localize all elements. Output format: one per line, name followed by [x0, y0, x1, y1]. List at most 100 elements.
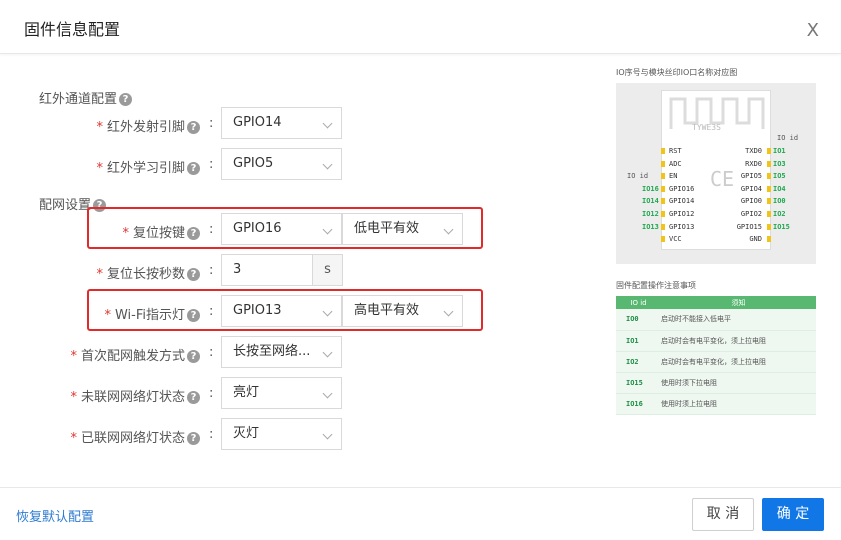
required-mark: * [96, 161, 103, 176]
colon: : [209, 304, 214, 319]
colon: : [209, 116, 214, 131]
pin-name: GPIO15 [736, 222, 762, 231]
notes-text: 使用时须上拉电阻 [661, 393, 816, 415]
reset-seconds-value: 3 [233, 262, 242, 277]
pin-name: GPIO13 [669, 222, 695, 231]
first-trigger-label: * 首次配网触发方式? [70, 345, 200, 364]
pin-pad [767, 223, 771, 230]
pinout-caption: IO序号与模块丝印IO口名称对应图 [616, 68, 738, 77]
pin-name: EN [669, 172, 678, 181]
ir-tx-label: * 红外发射引脚? [96, 116, 200, 135]
colon: : [209, 157, 214, 172]
pin-name: GPIO2 [740, 210, 762, 218]
ir-learn-value: GPIO5 [233, 156, 274, 171]
colon: : [209, 263, 214, 278]
wifi-led-level-value: 高电平有效 [354, 303, 420, 318]
pin-name: GPIO5 [740, 172, 762, 181]
reset-key-select[interactable]: GPIO16 [221, 213, 342, 245]
chevron-down-icon [322, 347, 333, 358]
reset-key-level-select[interactable]: 低电平有效 [342, 213, 463, 245]
help-icon[interactable]: ? [187, 309, 200, 322]
wifi-led-select[interactable]: GPIO13 [221, 295, 342, 327]
close-icon[interactable]: X [807, 22, 819, 40]
notes-text: 启动时不能接入低电平 [661, 309, 816, 331]
required-mark: * [70, 390, 77, 405]
notes-io: IO0 [616, 309, 661, 331]
pin-io-id: IO1 [773, 147, 786, 155]
reset-seconds-input[interactable]: 3 [221, 254, 313, 286]
pin-io-id: IO15 [773, 222, 790, 231]
pin-pad [767, 160, 771, 167]
pin-io-id: IO0 [773, 197, 786, 206]
pin-pad [661, 185, 665, 192]
pin-io-id: IO12 [642, 210, 659, 218]
chevron-down-icon [443, 306, 454, 317]
led-online-label-text: 已联网网络灯状态 [80, 431, 185, 446]
required-mark: * [122, 226, 129, 241]
pin-pad [661, 160, 665, 167]
notes-table-header: IO id 须知 [616, 296, 816, 309]
chevron-down-icon [322, 159, 333, 170]
pin-name: VCC [669, 235, 682, 244]
pin-io-id: IO14 [642, 197, 659, 206]
reset-key-level-value: 低电平有效 [354, 221, 420, 236]
help-icon[interactable]: ? [187, 162, 200, 175]
pin-name: ADC [669, 159, 682, 168]
led-online-value: 灭灯 [233, 426, 260, 441]
required-mark: * [96, 120, 103, 135]
chevron-down-icon [322, 118, 333, 129]
pin-pad [661, 236, 665, 243]
pin-pad [767, 148, 771, 154]
ir-tx-value: GPIO14 [233, 115, 282, 130]
required-mark: * [104, 308, 111, 323]
section-ir-title: 红外通道配置 [39, 92, 118, 107]
ok-button[interactable]: 确 定 [762, 498, 824, 531]
help-icon[interactable]: ? [187, 227, 200, 240]
help-icon[interactable]: ? [187, 391, 200, 404]
notes-text: 使用时须下拉电阻 [661, 372, 816, 394]
help-icon[interactable]: ? [187, 268, 200, 281]
reset-seconds-label: * 复位长按秒数? [96, 263, 200, 282]
notes-text: 启动时会有电平变化，须上拉电阻 [661, 330, 816, 352]
restore-defaults-link[interactable]: 恢复默认配置 [16, 506, 94, 525]
section-ir: 红外通道配置? [39, 88, 133, 107]
io-id-left-label: IO id [627, 172, 649, 180]
cancel-button[interactable]: 取 消 [692, 498, 754, 531]
table-row: IO16 使用时须上拉电阻 [616, 393, 816, 415]
pinout-diagram: TYWE3S CE IO id IO id RST ADC EN IO16 GPIO16… [616, 83, 816, 264]
pin-io-id: IO3 [773, 159, 786, 168]
reset-seconds-unit: s [312, 254, 343, 286]
pin-pad [767, 173, 771, 180]
notes-io: IO1 [616, 330, 661, 352]
chevron-down-icon [322, 388, 333, 399]
chevron-down-icon [322, 224, 333, 235]
section-network-title: 配网设置 [39, 198, 92, 213]
chip-label: TYWE3S [692, 123, 721, 132]
colon: : [209, 427, 214, 442]
ir-learn-label-text: 红外学习引脚 [106, 161, 185, 176]
pin-name: GPIO0 [740, 197, 762, 206]
led-online-select[interactable]: 灭灯 [221, 418, 342, 450]
pin-name: GPIO14 [669, 197, 695, 206]
wifi-led-label-text: Wi-Fi指示灯 [114, 308, 185, 323]
ir-tx-select[interactable]: GPIO14 [221, 107, 342, 139]
help-icon[interactable]: ? [187, 350, 200, 363]
help-icon[interactable]: ? [187, 432, 200, 445]
pin-pad [767, 211, 771, 217]
pin-io-id: IO16 [642, 184, 659, 193]
first-trigger-select[interactable]: 长按至网络... [221, 336, 342, 368]
chevron-down-icon [443, 224, 454, 235]
led-offline-select[interactable]: 亮灯 [221, 377, 342, 409]
help-icon[interactable]: ? [187, 121, 200, 134]
wifi-led-value: GPIO13 [233, 303, 282, 318]
table-row: IO0 启动时不能接入低电平 [616, 309, 816, 331]
pin-pad [661, 211, 665, 217]
chevron-down-icon [322, 429, 333, 440]
reset-key-label-text: 复位按键 [132, 226, 185, 241]
wifi-led-level-select[interactable]: 高电平有效 [342, 295, 463, 327]
notes-io: IO16 [616, 393, 661, 415]
ir-learn-select[interactable]: GPIO5 [221, 148, 342, 180]
colon: : [209, 345, 214, 360]
first-trigger-value: 长按至网络... [233, 344, 311, 359]
help-icon[interactable]: ? [119, 93, 133, 106]
